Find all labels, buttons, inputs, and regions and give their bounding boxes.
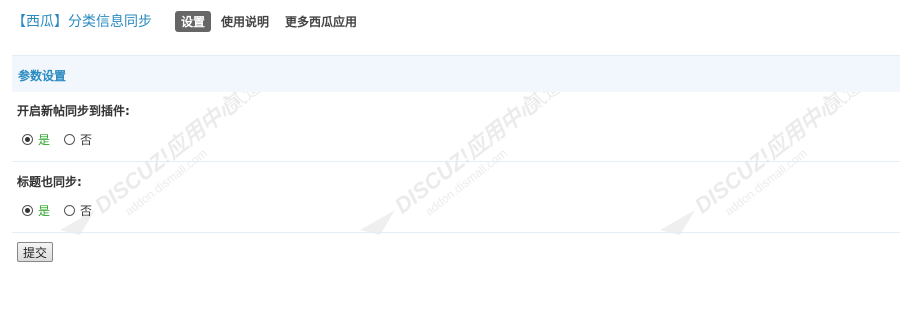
radio-no[interactable] (64, 204, 76, 216)
radio-no-label[interactable]: 否 (80, 202, 92, 219)
watermark-brand: DISCUZ!应用中心 (390, 89, 546, 218)
radio-no[interactable] (64, 133, 76, 145)
plugin-settings-page: DISCUZ!应用中心 addon.dismall.com 贰道 DISCUZ!… (0, 0, 900, 315)
radio-yes-label[interactable]: 是 (38, 131, 50, 148)
radio-no-label[interactable]: 否 (80, 131, 92, 148)
tab-usage-guide[interactable]: 使用说明 (215, 11, 275, 32)
submit-button[interactable]: 提交 (17, 242, 54, 262)
divider (12, 161, 900, 162)
tab-settings[interactable]: 设置 (175, 11, 212, 32)
watermark-domain: addon.dismall.com (722, 146, 809, 219)
watermark-domain: addon.dismall.com (422, 146, 509, 219)
radio-yes[interactable] (22, 204, 33, 216)
radio-group-sync-new-posts: 是 否 (22, 131, 106, 147)
divider (12, 232, 900, 233)
app-title: 【西瓜】分类信息同步 (12, 14, 152, 30)
tab-more-apps[interactable]: 更多西瓜应用 (279, 11, 363, 32)
radio-yes-label[interactable]: 是 (38, 202, 50, 219)
setting-label-sync-new-posts: 开启新帖同步到插件: (17, 104, 130, 118)
section-title: 参数设置 (18, 69, 67, 83)
section-header: 参数设置 (12, 55, 900, 92)
watermark-brand: DISCUZ!应用中心 (690, 89, 846, 218)
page-header: 【西瓜】分类信息同步 设置 使用说明 更多西瓜应用 (0, 0, 900, 40)
nav-tabs: 设置 使用说明 更多西瓜应用 (175, 11, 367, 32)
setting-label-sync-title: 标题也同步: (17, 175, 82, 189)
watermark-domain: addon.dismall.com (122, 146, 209, 219)
radio-group-sync-title: 是 否 (22, 202, 106, 218)
radio-yes[interactable] (22, 133, 33, 145)
